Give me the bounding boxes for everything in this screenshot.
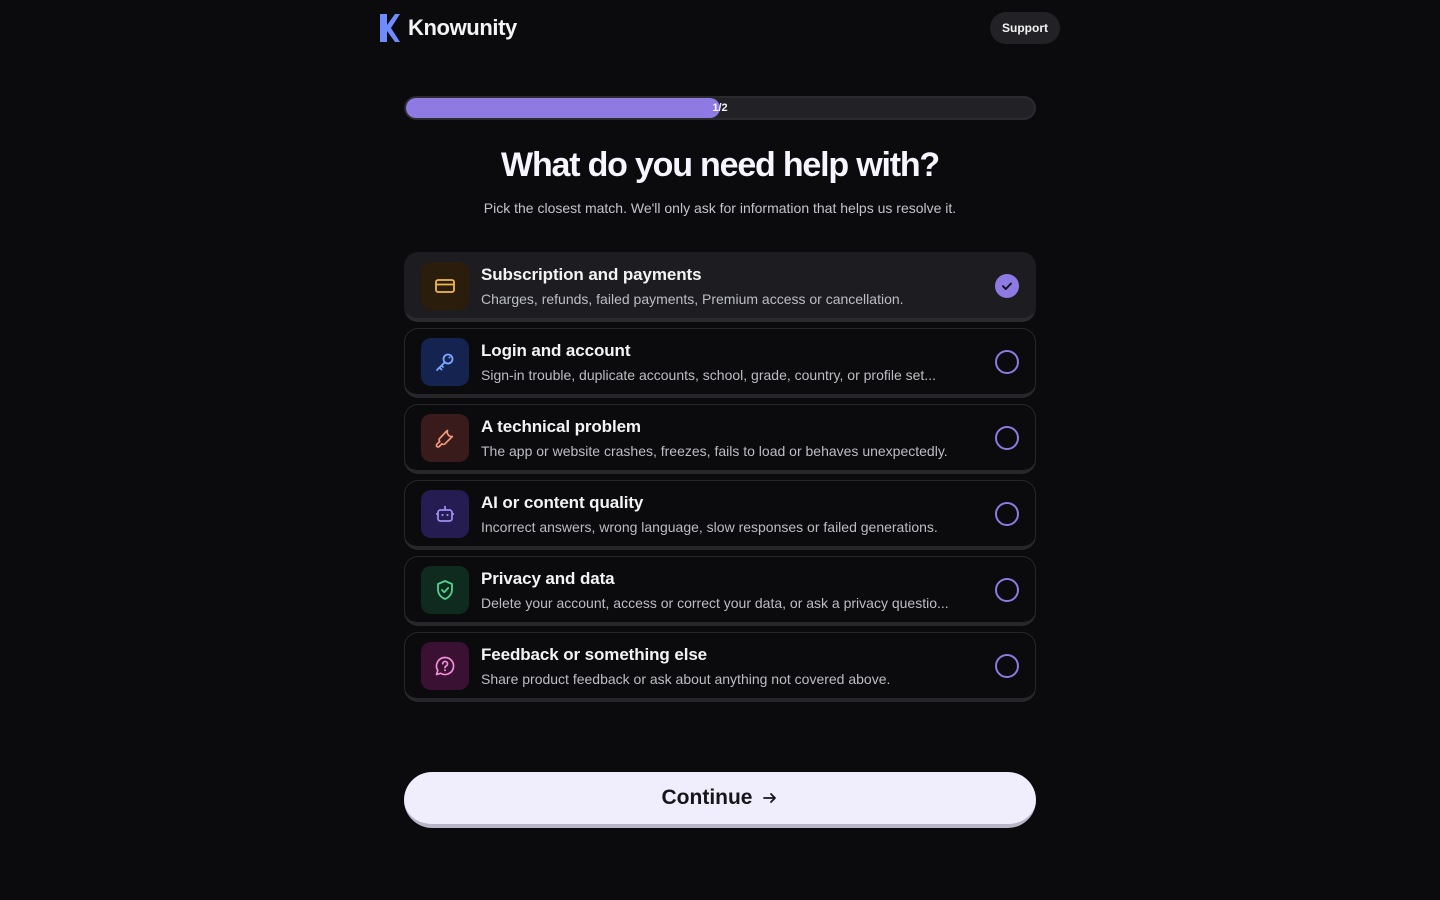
continue-label: Continue xyxy=(661,786,753,809)
topic-option-feedback-or-something-else[interactable]: Feedback or something else Share product… xyxy=(404,632,1036,702)
key-icon xyxy=(436,353,454,371)
option-icon-wrap xyxy=(421,641,469,690)
shield-check-icon xyxy=(437,579,453,600)
arrow-right-icon xyxy=(763,793,777,803)
option-text: Privacy and data Delete your account, ac… xyxy=(481,569,995,611)
option-icon-wrap xyxy=(421,565,469,614)
support-button[interactable]: Support xyxy=(990,12,1060,44)
option-radio[interactable] xyxy=(995,501,1019,526)
top-bar: Knowunity Support xyxy=(380,12,1060,44)
page-subtitle: Pick the closest match. We'll only ask f… xyxy=(483,200,957,216)
option-title: Subscription and payments xyxy=(481,264,702,284)
option-radio[interactable] xyxy=(995,349,1019,374)
option-title: A technical problem xyxy=(481,416,641,436)
option-icon-wrap xyxy=(421,413,469,462)
option-title: Privacy and data xyxy=(481,568,615,588)
page-title: What do you need help with? xyxy=(501,146,940,184)
progress-bar: 1/2 xyxy=(404,96,1036,120)
option-radio[interactable] xyxy=(995,425,1019,450)
option-icon-wrap xyxy=(421,337,469,386)
option-text: Login and account Sign-in trouble, dupli… xyxy=(481,341,995,383)
check-icon xyxy=(1002,282,1012,290)
option-description: The app or website crashes, freezes, fai… xyxy=(481,442,948,459)
option-icon-wrap xyxy=(421,261,469,310)
option-radio[interactable] xyxy=(995,577,1019,602)
option-description: Share product feedback or ask about anyt… xyxy=(481,670,891,687)
robot-icon xyxy=(436,505,454,522)
topic-option-ai-or-content-quality[interactable]: AI or content quality Incorrect answers,… xyxy=(404,480,1036,550)
credit-card-icon xyxy=(435,278,455,293)
option-icon-wrap xyxy=(421,489,469,538)
progress-label: 1/2 xyxy=(712,102,728,114)
wrench-icon xyxy=(435,429,454,448)
option-description: Sign-in trouble, duplicate accounts, sch… xyxy=(481,366,936,383)
topic-options-list: Subscription and payments Charges, refun… xyxy=(404,252,1036,702)
option-text: AI or content quality Incorrect answers,… xyxy=(481,493,995,535)
option-radio[interactable] xyxy=(995,273,1019,298)
topic-option-privacy-and-data[interactable]: Privacy and data Delete your account, ac… xyxy=(404,556,1036,626)
knowunity-logo-icon xyxy=(380,14,400,42)
option-text: Feedback or something else Share product… xyxy=(481,645,995,687)
option-description: Incorrect answers, wrong language, slow … xyxy=(481,518,938,535)
option-title: AI or content quality xyxy=(481,492,644,512)
brand-name: Knowunity xyxy=(408,15,517,40)
option-title: Feedback or something else xyxy=(481,644,708,664)
topic-option-subscription-and-payments[interactable]: Subscription and payments Charges, refun… xyxy=(404,252,1036,322)
option-radio[interactable] xyxy=(995,653,1019,678)
option-description: Charges, refunds, failed payments, Premi… xyxy=(481,290,904,307)
topic-option-a-technical-problem[interactable]: A technical problem The app or website c… xyxy=(404,404,1036,474)
help-bubble-icon xyxy=(435,656,455,675)
continue-button[interactable]: Continue xyxy=(404,772,1036,828)
option-title: Login and account xyxy=(481,340,631,360)
option-description: Delete your account, access or correct y… xyxy=(481,594,949,611)
brand-logo[interactable]: Knowunity xyxy=(380,14,517,42)
topic-option-login-and-account[interactable]: Login and account Sign-in trouble, dupli… xyxy=(404,328,1036,398)
option-text: Subscription and payments Charges, refun… xyxy=(481,265,995,307)
option-text: A technical problem The app or website c… xyxy=(481,417,995,459)
